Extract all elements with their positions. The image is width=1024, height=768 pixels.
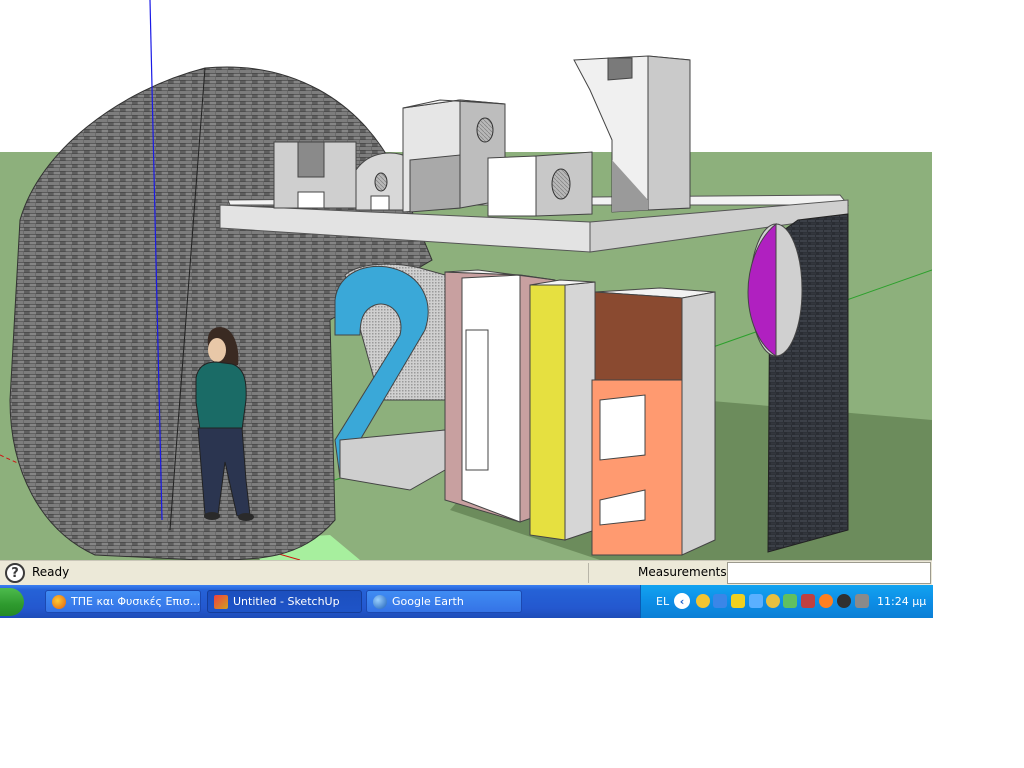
language-indicator[interactable]: EL bbox=[656, 595, 669, 608]
status-text: Ready bbox=[32, 565, 70, 579]
tray-icon-1[interactable] bbox=[696, 594, 710, 608]
letter-y-side bbox=[647, 55, 691, 211]
windows-taskbar: ΤΠΕ και Φυσικές Επισ... Untitled - Sketc… bbox=[0, 585, 933, 618]
taskbar-button-label: Untitled - SketchUp bbox=[233, 595, 340, 608]
letter-h-notch bbox=[297, 141, 325, 178]
tray-icon-4[interactable] bbox=[749, 594, 763, 608]
firefox-icon bbox=[52, 594, 66, 609]
measurements-label: Measurements bbox=[638, 565, 727, 579]
digit-3-back bbox=[594, 291, 683, 381]
taskbar-button-firefox[interactable]: ΤΠΕ και Φυσικές Επισ... bbox=[45, 590, 201, 613]
measurements-input[interactable] bbox=[727, 562, 931, 584]
arch-gap bbox=[370, 195, 390, 211]
taskbar-button-sketchup[interactable]: Untitled - SketchUp bbox=[207, 590, 362, 613]
digit-3-notch-upper bbox=[599, 394, 646, 461]
digit-0-hole bbox=[465, 329, 489, 471]
tray-icon-8[interactable] bbox=[819, 594, 833, 608]
letter-h-gap bbox=[297, 191, 325, 209]
tray-icon-5[interactable] bbox=[766, 594, 780, 608]
clock[interactable]: 11:24 μμ bbox=[877, 595, 926, 608]
tray-icon-9[interactable] bbox=[837, 594, 851, 608]
shield-icon[interactable] bbox=[731, 594, 745, 608]
status-bar: ? Ready Measurements bbox=[0, 560, 932, 585]
tray-icon-2[interactable] bbox=[713, 594, 727, 608]
show-hidden-icons-icon[interactable]: ‹ bbox=[674, 593, 690, 609]
system-tray: EL ‹ 11:24 μμ bbox=[640, 585, 933, 618]
arch-hole bbox=[374, 172, 388, 192]
sketchup-viewport[interactable] bbox=[0, 0, 932, 560]
network-icon[interactable] bbox=[783, 594, 797, 608]
sketchup-icon bbox=[214, 594, 228, 609]
3d-scene[interactable] bbox=[0, 0, 932, 560]
digit-3-side bbox=[681, 291, 716, 556]
help-glyph: ? bbox=[11, 565, 19, 581]
letter-block-front bbox=[487, 155, 537, 217]
taskbar-button-google-earth[interactable]: Google Earth bbox=[366, 590, 522, 613]
status-divider bbox=[588, 563, 589, 583]
digit-1-front bbox=[529, 284, 566, 541]
digit-1-side bbox=[564, 281, 596, 541]
start-button[interactable] bbox=[0, 588, 24, 616]
taskbar-button-label: Google Earth bbox=[392, 595, 464, 608]
google-earth-icon bbox=[373, 594, 387, 609]
p-bottom bbox=[409, 154, 461, 213]
taskbar-button-label: ΤΠΕ και Φυσικές Επισ... bbox=[71, 595, 201, 608]
block-hole bbox=[551, 168, 571, 200]
question-mark-icon[interactable]: ? bbox=[5, 563, 25, 583]
p-hole bbox=[476, 117, 494, 143]
tray-icon-10[interactable] bbox=[855, 594, 869, 608]
tray-icon-7[interactable] bbox=[801, 594, 815, 608]
letter-y-notch bbox=[607, 57, 633, 81]
